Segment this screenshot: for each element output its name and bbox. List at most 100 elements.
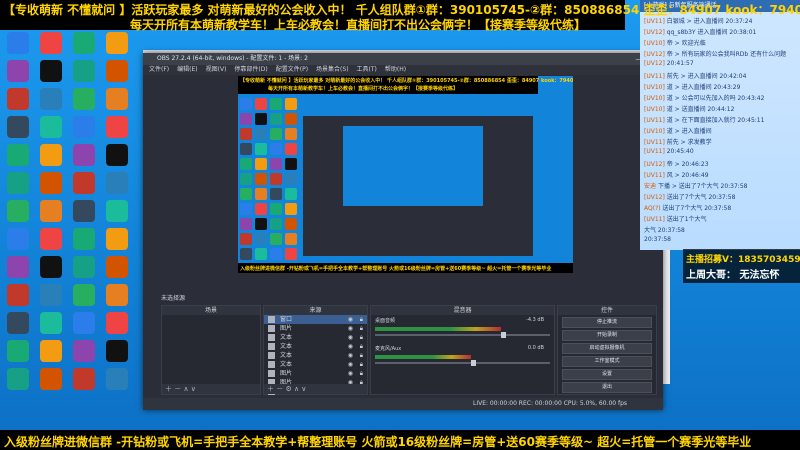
desktop-icon[interactable] [36, 144, 66, 166]
desktop-icon[interactable] [36, 172, 66, 194]
desktop-icon[interactable] [36, 340, 66, 362]
desktop-icon[interactable] [69, 116, 99, 138]
desktop-icon[interactable] [3, 228, 33, 250]
desktop-icon[interactable] [102, 284, 132, 306]
desktop-icon[interactable] [3, 312, 33, 334]
source-item[interactable]: 文本 ◉ 🔒︎ [264, 342, 367, 351]
fader-knob[interactable] [501, 332, 506, 338]
menu-item[interactable]: 场景集合(S) [316, 66, 349, 73]
desktop-icon[interactable] [36, 60, 66, 82]
desktop-icon[interactable] [69, 60, 99, 82]
desktop-icon[interactable] [3, 200, 33, 222]
desktop-icon[interactable] [69, 284, 99, 306]
lock-icon[interactable]: 🔒︎ [360, 351, 363, 360]
visibility-eye-icon[interactable]: ◉ [348, 369, 353, 378]
desktop-icon[interactable] [3, 256, 33, 278]
control-button[interactable]: 停止推流 [562, 317, 652, 328]
desktop-icon[interactable] [36, 368, 66, 390]
desktop-icon[interactable] [102, 144, 132, 166]
lock-icon[interactable]: 🔒︎ [360, 360, 363, 369]
scenes-toolbar[interactable]: ＋ － ∧ ∨ [162, 384, 260, 394]
menu-item[interactable]: 编辑(E) [177, 66, 197, 73]
desktop-icon[interactable] [69, 368, 99, 390]
menu-item[interactable]: 文件(F) [149, 66, 169, 73]
desktop-icon[interactable] [102, 60, 132, 82]
desktop-icon[interactable] [3, 340, 33, 362]
desktop-icon[interactable] [69, 228, 99, 250]
fader-knob[interactable] [471, 360, 477, 366]
menu-item[interactable]: 工具(T) [357, 66, 377, 73]
volume-fader[interactable] [375, 332, 550, 338]
desktop-icon[interactable] [102, 116, 132, 138]
desktop-icon[interactable] [102, 200, 132, 222]
desktop-icon[interactable] [69, 88, 99, 110]
desktop-icon[interactable] [36, 256, 66, 278]
volume-fader[interactable] [375, 360, 550, 366]
desktop-icon[interactable] [3, 116, 33, 138]
desktop-icon[interactable] [36, 312, 66, 334]
desktop-icon[interactable] [102, 88, 132, 110]
visibility-eye-icon[interactable]: ◉ [348, 360, 353, 369]
desktop-icon[interactable] [102, 368, 132, 390]
desktop-icon[interactable] [69, 200, 99, 222]
menu-item[interactable]: 停靠部件(D) [234, 66, 267, 73]
control-button[interactable]: 工作室模式 [562, 356, 652, 367]
obs-preview[interactable]: 【专收萌新 不懂就问 】活跃玩家最多 对萌新最好的公会收入中！ 千人组队群①群：… [238, 76, 573, 273]
desktop-icon[interactable] [3, 368, 33, 390]
visibility-eye-icon[interactable]: ◉ [348, 324, 353, 333]
control-button[interactable]: 设置 [562, 369, 652, 380]
desktop-icon[interactable] [69, 172, 99, 194]
menu-item[interactable]: 帮助(H) [385, 66, 406, 73]
desktop-icon[interactable] [3, 88, 33, 110]
desktop-icon[interactable] [3, 60, 33, 82]
desktop-icon[interactable] [102, 228, 132, 250]
lock-icon[interactable]: 🔒︎ [360, 333, 363, 342]
menu-item[interactable]: 视图(V) [206, 66, 227, 73]
source-item[interactable]: 图片 ◉ 🔒︎ [264, 369, 367, 378]
desktop-icon[interactable] [36, 116, 66, 138]
sources-panel[interactable]: 来源 窗口 ◉ 🔒︎ 图片 ◉ 🔒︎ 文本 ◉ 🔒︎ 文本 ◉ 🔒︎ 文本 ◉ 🔒︎ 文本 ◉ 🔒︎ 图片 ◉ 🔒︎ 图片… [263, 305, 368, 395]
desktop-icon[interactable] [102, 256, 132, 278]
source-item[interactable]: 图片 ◉ 🔒︎ [264, 324, 367, 333]
control-button[interactable]: 启动虚拟摄像机 [562, 343, 652, 354]
lock-icon[interactable]: 🔒︎ [360, 369, 363, 378]
desktop-icon[interactable] [36, 284, 66, 306]
control-button[interactable]: 开始录制 [562, 330, 652, 341]
controls-panel[interactable]: 控件 停止推流 开始录制 启动虚拟摄像机 工作室模式 设置 退出 [557, 305, 657, 395]
visibility-eye-icon[interactable]: ◉ [348, 315, 353, 324]
desktop-icon[interactable] [36, 88, 66, 110]
menu-item[interactable]: 配置文件(P) [276, 66, 308, 73]
visibility-eye-icon[interactable]: ◉ [348, 333, 353, 342]
desktop-icon[interactable] [3, 172, 33, 194]
desktop-icon[interactable] [69, 312, 99, 334]
desktop-icon[interactable] [3, 284, 33, 306]
desktop-icon[interactable] [102, 312, 132, 334]
desktop-icon[interactable] [69, 340, 99, 362]
desktop-icon[interactable] [69, 256, 99, 278]
desktop-icon[interactable] [36, 32, 66, 54]
lock-icon[interactable]: 🔒︎ [360, 342, 363, 351]
sources-toolbar[interactable]: ＋ － ⚙ ∧ ∨ [264, 384, 367, 394]
desktop-icon[interactable] [102, 172, 132, 194]
desktop-icon[interactable] [3, 144, 33, 166]
chat-panel[interactable]: [小游戏] 与新年服务端通话 [UV11] 白银城 > 进入直播间 20:37:… [640, 0, 800, 250]
visibility-eye-icon[interactable]: ◉ [348, 351, 353, 360]
desktop-icon[interactable] [69, 144, 99, 166]
desktop-icon[interactable] [36, 228, 66, 250]
desktop-icon[interactable] [3, 32, 33, 54]
source-item[interactable]: 文本 ◉ 🔒︎ [264, 351, 367, 360]
lock-icon[interactable]: 🔒︎ [360, 315, 363, 324]
lock-icon[interactable]: 🔒︎ [360, 324, 363, 333]
source-item[interactable]: 窗口 ◉ 🔒︎ [264, 315, 367, 324]
desktop-icon[interactable] [36, 200, 66, 222]
source-item[interactable]: 文本 ◉ 🔒︎ [264, 360, 367, 369]
desktop-icon[interactable] [102, 32, 132, 54]
obs-window[interactable]: OBS 27.2.4 (64-bit, windows) - 配置文件: 1 -… [143, 53, 663, 410]
scenes-panel[interactable]: 场景 ＋ － ∧ ∨ [161, 305, 261, 395]
desktop-icon[interactable] [102, 340, 132, 362]
source-item[interactable]: 文本 ◉ 🔒︎ [264, 333, 367, 342]
desktop-icon[interactable] [69, 32, 99, 54]
control-button[interactable]: 退出 [562, 382, 652, 393]
visibility-eye-icon[interactable]: ◉ [348, 342, 353, 351]
mixer-panel[interactable]: 混音器 桌面音频 -4.3 dB 麦克风/Aux 0.0 dB [370, 305, 555, 395]
